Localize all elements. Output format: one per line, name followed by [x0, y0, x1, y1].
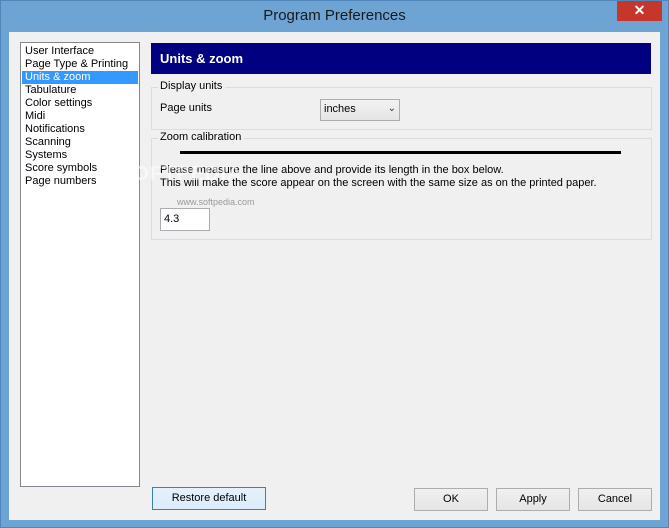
- line-length-input[interactable]: 4.3: [160, 208, 210, 231]
- softpedia-watermark: SOFTPEDIA: [119, 163, 243, 185]
- display-units-group: Display units Page units inches ⌄: [151, 80, 652, 130]
- panel-header: Units & zoom: [151, 43, 651, 74]
- category-item-page-type-printing[interactable]: Page Type & Printing: [22, 58, 138, 71]
- page-units-label: Page units: [160, 102, 212, 114]
- category-list[interactable]: User Interface Page Type & Printing Unit…: [20, 42, 140, 487]
- title-bar[interactable]: Program Preferences ✕: [1, 1, 668, 32]
- preferences-window: Program Preferences ✕ User Interface Pag…: [0, 0, 669, 528]
- window-title: Program Preferences: [263, 7, 406, 24]
- category-item-user-interface[interactable]: User Interface: [22, 45, 138, 58]
- category-item-color-settings[interactable]: Color settings: [22, 97, 138, 110]
- zoom-calibration-group-title: Zoom calibration: [158, 131, 245, 143]
- zoom-calibration-group: Zoom calibration Please measure the line…: [151, 131, 652, 240]
- category-item-notifications[interactable]: Notifications: [22, 123, 138, 136]
- category-item-systems[interactable]: Systems: [22, 149, 138, 162]
- category-item-units-zoom[interactable]: Units & zoom: [22, 71, 138, 84]
- category-item-scanning[interactable]: Scanning: [22, 136, 138, 149]
- panel-title: Units & zoom: [160, 51, 244, 66]
- page-units-select[interactable]: inches ⌄: [320, 99, 400, 121]
- dialog-client-area: User Interface Page Type & Printing Unit…: [9, 32, 660, 520]
- close-button[interactable]: ✕: [617, 1, 662, 21]
- display-units-group-title: Display units: [158, 80, 226, 92]
- softpedia-watermark-url: www.softpedia.com: [177, 197, 255, 207]
- cancel-button[interactable]: Cancel: [578, 488, 652, 511]
- ok-button[interactable]: OK: [414, 488, 488, 511]
- line-length-value: 4.3: [164, 213, 180, 225]
- close-icon: ✕: [633, 2, 646, 18]
- category-item-midi[interactable]: Midi: [22, 110, 138, 123]
- calibration-line: [180, 151, 621, 154]
- chevron-down-icon: ⌄: [387, 103, 396, 114]
- apply-button[interactable]: Apply: [496, 488, 570, 511]
- category-item-tabulature[interactable]: Tabulature: [22, 84, 138, 97]
- restore-default-button[interactable]: Restore default: [152, 487, 266, 510]
- page-units-value: inches: [324, 103, 356, 115]
